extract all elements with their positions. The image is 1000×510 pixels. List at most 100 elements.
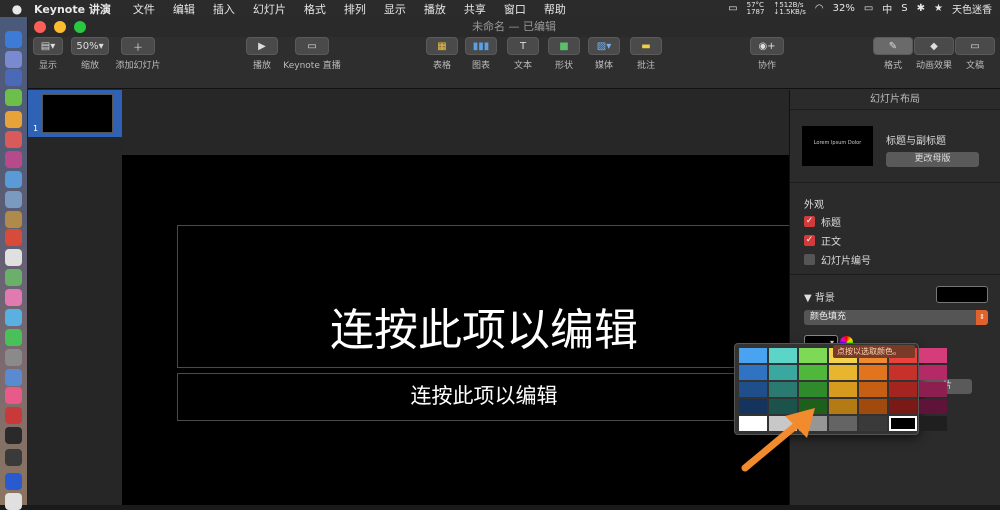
palette-swatch[interactable]: [859, 399, 887, 414]
palette-swatch[interactable]: [919, 399, 947, 414]
layout-thumbnail[interactable]: Lorem Ipsum Dolor: [802, 126, 873, 166]
subtitle-placeholder-text[interactable]: 连按此项以编辑: [178, 381, 790, 411]
photos-icon[interactable]: [5, 289, 22, 306]
vpn-icon[interactable]: [5, 473, 22, 490]
maps-icon[interactable]: [5, 269, 22, 286]
text-tool[interactable]: T 文本: [507, 37, 539, 71]
table-tool[interactable]: ▦ 表格: [426, 37, 458, 71]
chart-icon[interactable]: ▮▮▮: [465, 37, 497, 55]
input-method-icon[interactable]: 中: [882, 1, 892, 16]
preview-icon[interactable]: [5, 191, 22, 208]
palette-swatch[interactable]: [889, 365, 917, 380]
comment-tool[interactable]: ▬ 批注: [630, 37, 662, 71]
slide-number-checkbox-icon[interactable]: [804, 254, 815, 265]
slide-thumbnail[interactable]: [42, 94, 113, 133]
safari-icon[interactable]: [5, 69, 22, 86]
apple-menu-icon[interactable]: ●: [0, 2, 34, 16]
palette-swatch[interactable]: [799, 348, 827, 363]
menu-file[interactable]: 文件: [133, 1, 155, 17]
title-checkbox[interactable]: ✓ 标题: [804, 214, 841, 229]
text-icon[interactable]: T: [507, 37, 539, 55]
finder-icon[interactable]: [5, 31, 22, 48]
palette-swatch[interactable]: [859, 382, 887, 397]
shape-tool[interactable]: ■ 形状: [548, 37, 580, 71]
subtitle-placeholder-box[interactable]: 连按此项以编辑: [177, 373, 789, 421]
palette-swatch[interactable]: [919, 416, 947, 431]
palette-swatch[interactable]: [859, 365, 887, 380]
comment-icon[interactable]: ▬: [630, 37, 662, 55]
minimize-window-button[interactable]: [54, 21, 66, 33]
animate-diamond-icon[interactable]: ◆: [914, 37, 954, 55]
slide-thumbnail-selected[interactable]: 1: [28, 90, 122, 137]
keynote-live-tool[interactable]: ▭ Keynote 直播: [283, 37, 341, 71]
change-master-button[interactable]: 更改母版: [886, 152, 979, 167]
background-heading[interactable]: ▼ 背景: [804, 289, 835, 304]
menu-help[interactable]: 帮助: [544, 1, 566, 17]
disclosure-triangle-icon[interactable]: ▼: [804, 293, 812, 304]
body-checkbox-icon[interactable]: ✓: [804, 235, 815, 246]
bluetooth-icon[interactable]: ✱: [917, 3, 925, 14]
title-checkbox-icon[interactable]: ✓: [804, 216, 815, 227]
palette-swatch[interactable]: [829, 416, 857, 431]
palette-swatch[interactable]: [859, 416, 887, 431]
palette-swatch[interactable]: [889, 382, 917, 397]
settings-icon[interactable]: [5, 349, 22, 366]
app-purple-icon[interactable]: [5, 151, 22, 168]
play-tool[interactable]: ▶ 播放: [246, 37, 278, 71]
palette-swatch[interactable]: [829, 365, 857, 380]
reminders-icon[interactable]: [5, 249, 22, 266]
palette-swatch[interactable]: [769, 365, 797, 380]
add-slide-icon[interactable]: ＋: [121, 37, 155, 55]
palette-swatch[interactable]: [919, 365, 947, 380]
app-red-icon[interactable]: [5, 131, 22, 148]
palette-swatch[interactable]: [739, 348, 767, 363]
body-checkbox[interactable]: ✓ 正文: [804, 233, 841, 248]
menu-format[interactable]: 格式: [304, 1, 326, 17]
facetime-icon[interactable]: [5, 329, 22, 346]
zoom-window-button[interactable]: [74, 21, 86, 33]
app-s-icon[interactable]: S: [901, 3, 907, 14]
chrome-icon[interactable]: [5, 111, 22, 128]
view-tool[interactable]: ▤▾ 显示: [33, 37, 63, 71]
calendar-icon[interactable]: [5, 229, 22, 246]
keynote-live-icon[interactable]: ▭: [295, 37, 329, 55]
fill-type-select[interactable]: 颜色填充 ⇕: [804, 310, 988, 325]
palette-swatch[interactable]: [919, 382, 947, 397]
collaborate-icon[interactable]: ◉+: [750, 37, 784, 55]
palette-swatch[interactable]: [769, 382, 797, 397]
palette-swatch[interactable]: [829, 399, 857, 414]
close-window-button[interactable]: [34, 21, 46, 33]
document-icon[interactable]: ▭: [955, 37, 995, 55]
title-placeholder-box[interactable]: 连按此项以编辑: [177, 225, 789, 368]
zoom-select[interactable]: 50% ▾: [71, 37, 109, 55]
terminal-icon[interactable]: [5, 427, 22, 444]
activity-monitor-icon[interactable]: [5, 449, 22, 466]
launchpad-icon[interactable]: [5, 51, 22, 68]
messages-icon[interactable]: [5, 309, 22, 326]
battery-icon[interactable]: ▭: [864, 3, 873, 14]
palette-swatch[interactable]: [829, 382, 857, 397]
palette-swatch[interactable]: [739, 382, 767, 397]
media-tool[interactable]: ▨▾ 媒体: [588, 37, 620, 71]
chart-tool[interactable]: ▮▮▮ 图表: [465, 37, 497, 71]
menu-view[interactable]: 显示: [384, 1, 406, 17]
app-blue-icon[interactable]: [5, 171, 22, 188]
palette-swatch[interactable]: [799, 365, 827, 380]
zoom-tool[interactable]: 50% ▾ 缩放: [71, 37, 109, 71]
format-tab[interactable]: ✎ 格式: [873, 37, 913, 71]
user-name[interactable]: 天色迷香: [952, 1, 992, 16]
vivaldi-icon[interactable]: [5, 407, 22, 424]
palette-swatch[interactable]: [919, 348, 947, 363]
palette-swatch[interactable]: [769, 348, 797, 363]
temp-fan-status[interactable]: 57°C 1787: [747, 1, 765, 16]
slide-number-checkbox[interactable]: 幻灯片编号: [804, 252, 871, 267]
format-brush-icon[interactable]: ✎: [873, 37, 913, 55]
animate-tab[interactable]: ◆ 动画效果: [914, 37, 954, 71]
star-icon[interactable]: ★: [934, 3, 943, 14]
media-icon[interactable]: ▨▾: [588, 37, 620, 55]
background-color-swatch[interactable]: [936, 286, 988, 303]
menu-edit[interactable]: 编辑: [173, 1, 195, 17]
menu-slide[interactable]: 幻灯片: [253, 1, 286, 17]
wifi-icon[interactable]: ◠: [815, 3, 824, 14]
slide-canvas[interactable]: 连按此项以编辑 连按此项以编辑: [122, 155, 789, 505]
